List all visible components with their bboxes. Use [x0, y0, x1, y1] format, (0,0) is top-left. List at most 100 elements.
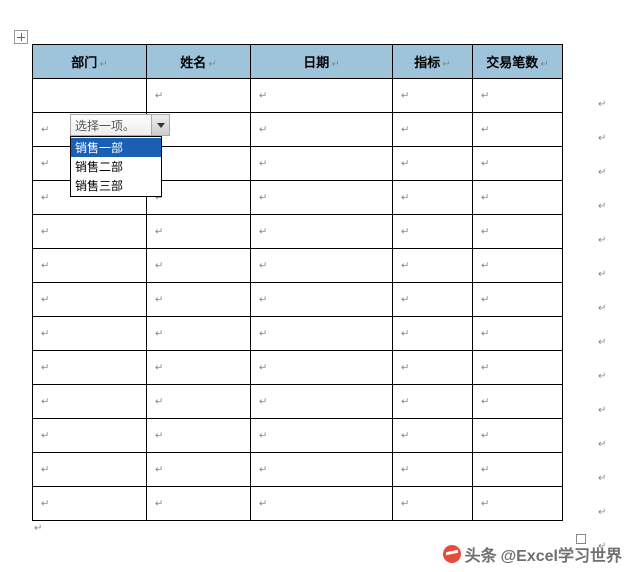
table-cell[interactable]: ↵	[251, 79, 393, 113]
table-cell[interactable]: ↵	[33, 385, 147, 419]
para-mark-icon: ↵	[259, 396, 267, 407]
table-cell[interactable]: ↵	[473, 487, 563, 521]
table-cell[interactable]: ↵	[393, 317, 473, 351]
para-mark-icon: ↵	[259, 226, 267, 237]
table-cell[interactable]: ↵	[393, 79, 473, 113]
table-cell[interactable]: ↵	[393, 181, 473, 215]
table-cell[interactable]: ↵	[251, 385, 393, 419]
table-cell[interactable]: ↵	[393, 351, 473, 385]
watermark-account: @Excel学习世界	[501, 542, 622, 566]
table-cell[interactable]: ↵	[393, 147, 473, 181]
table-cell[interactable]: ↵	[473, 351, 563, 385]
table-cell[interactable]: ↵	[33, 317, 147, 351]
table-cell[interactable]: ↵	[147, 487, 251, 521]
table-cell[interactable]: ↵	[251, 317, 393, 351]
table-cell[interactable]: ↵	[33, 283, 147, 317]
table-cell[interactable]: ↵	[33, 351, 147, 385]
header-metric: 指标↵	[393, 45, 473, 79]
para-mark-icon: ↵	[259, 328, 267, 339]
table-cell[interactable]: ↵	[473, 249, 563, 283]
para-mark-icon: ↵	[401, 124, 409, 135]
table-cell[interactable]: ↵	[251, 181, 393, 215]
table-cell[interactable]: ↵	[473, 317, 563, 351]
table-cell[interactable]: ↵	[147, 181, 251, 215]
para-mark-icon: ↵	[481, 90, 489, 101]
table-cell[interactable]: ↵	[251, 215, 393, 249]
table-cell[interactable]: ↵	[147, 453, 251, 487]
table-row: ↵ ↵ ↵ ↵ ↵	[33, 487, 563, 521]
para-mark-icon: ↵	[34, 523, 620, 534]
table-cell[interactable]: ↵	[147, 215, 251, 249]
table-cell[interactable]: ↵	[251, 249, 393, 283]
dropdown-option[interactable]: 销售三部	[71, 176, 161, 195]
para-mark-icon: ↵	[41, 124, 49, 135]
para-mark-icon: ↵	[481, 362, 489, 373]
table-cell[interactable]: ↵	[251, 419, 393, 453]
dropdown-toggle-button[interactable]	[151, 115, 169, 135]
para-mark-icon: ↵	[481, 226, 489, 237]
para-mark-icon: ↵	[259, 498, 267, 509]
table-row: ↵↵↵↵↵	[33, 249, 563, 283]
para-mark-icon: ↵	[155, 464, 163, 475]
table-cell[interactable]: ↵	[33, 419, 147, 453]
table-cell[interactable]: ↵	[251, 487, 393, 521]
para-mark-icon: ↵	[401, 498, 409, 509]
row-end-marks: ↵↵↵↵↵↵↵↵↵↵↵↵↵↵	[598, 88, 612, 564]
table-cell[interactable]: ↵	[251, 453, 393, 487]
table-cell[interactable]: ↵	[393, 487, 473, 521]
table-cell[interactable]: ↵	[33, 453, 147, 487]
table-cell[interactable]: ↵	[473, 385, 563, 419]
table-cell[interactable]: ↵	[251, 147, 393, 181]
table-cell[interactable]: ↵	[393, 385, 473, 419]
table-cell[interactable]: ↵	[147, 249, 251, 283]
table-cell[interactable]: ↵	[473, 147, 563, 181]
table-cell[interactable]: ↵	[147, 317, 251, 351]
table-cell[interactable]: ↵	[147, 419, 251, 453]
table-cell[interactable]: ↵	[251, 283, 393, 317]
table-cell[interactable]: ↵	[147, 79, 251, 113]
table-cell[interactable]: ↵	[473, 453, 563, 487]
dropdown-option[interactable]: 销售二部	[71, 157, 161, 176]
table-cell[interactable]	[33, 79, 147, 113]
toutiao-logo-icon	[443, 545, 461, 563]
para-mark-icon: ↵	[155, 498, 163, 509]
header-department: 部门↵	[33, 45, 147, 79]
dropdown-option[interactable]: 销售一部	[71, 138, 161, 157]
table-cell[interactable]: ↵	[147, 351, 251, 385]
table-cell[interactable]: ↵	[393, 419, 473, 453]
para-mark-icon: ↵	[259, 294, 267, 305]
table-cell[interactable]: ↵	[33, 215, 147, 249]
table-cell[interactable]: ↵	[393, 453, 473, 487]
para-mark-icon: ↵	[41, 498, 49, 509]
table-cell[interactable]: ↵	[147, 283, 251, 317]
para-mark-icon: ↵	[259, 90, 267, 101]
table-cell[interactable]: ↵	[251, 113, 393, 147]
table-cell[interactable]: ↵	[473, 79, 563, 113]
department-dropdown[interactable]: 选择一项。	[70, 114, 170, 136]
table-cell[interactable]: ↵	[147, 147, 251, 181]
table-cell[interactable]: ↵	[473, 215, 563, 249]
table-move-handle[interactable]	[14, 30, 28, 44]
para-mark-icon: ↵	[481, 124, 489, 135]
table-cell[interactable]: ↵	[393, 283, 473, 317]
para-mark-icon: ↵	[155, 362, 163, 373]
table-row: ↵↵↵↵↵	[33, 317, 563, 351]
table-cell[interactable]: ↵	[473, 113, 563, 147]
table-cell[interactable]: ↵	[33, 249, 147, 283]
table-cell[interactable]: ↵	[473, 419, 563, 453]
table-cell[interactable]: ↵	[393, 113, 473, 147]
para-mark-icon: ↵	[155, 430, 163, 441]
para-mark-icon: ↵	[481, 192, 489, 203]
table-cell[interactable]: ↵	[251, 351, 393, 385]
table-cell[interactable]: ↵	[473, 283, 563, 317]
table-cell[interactable]: ↵	[393, 249, 473, 283]
para-mark-icon: ↵	[41, 294, 49, 305]
table-cell[interactable]: ↵	[393, 215, 473, 249]
table-cell[interactable]: ↵	[473, 181, 563, 215]
para-mark-icon: ↵	[598, 496, 612, 530]
para-mark-icon: ↵	[99, 59, 107, 70]
table-cell[interactable]: ↵	[147, 385, 251, 419]
para-mark-icon: ↵	[41, 158, 49, 169]
para-mark-icon: ↵	[155, 226, 163, 237]
table-cell[interactable]: ↵	[33, 487, 147, 521]
